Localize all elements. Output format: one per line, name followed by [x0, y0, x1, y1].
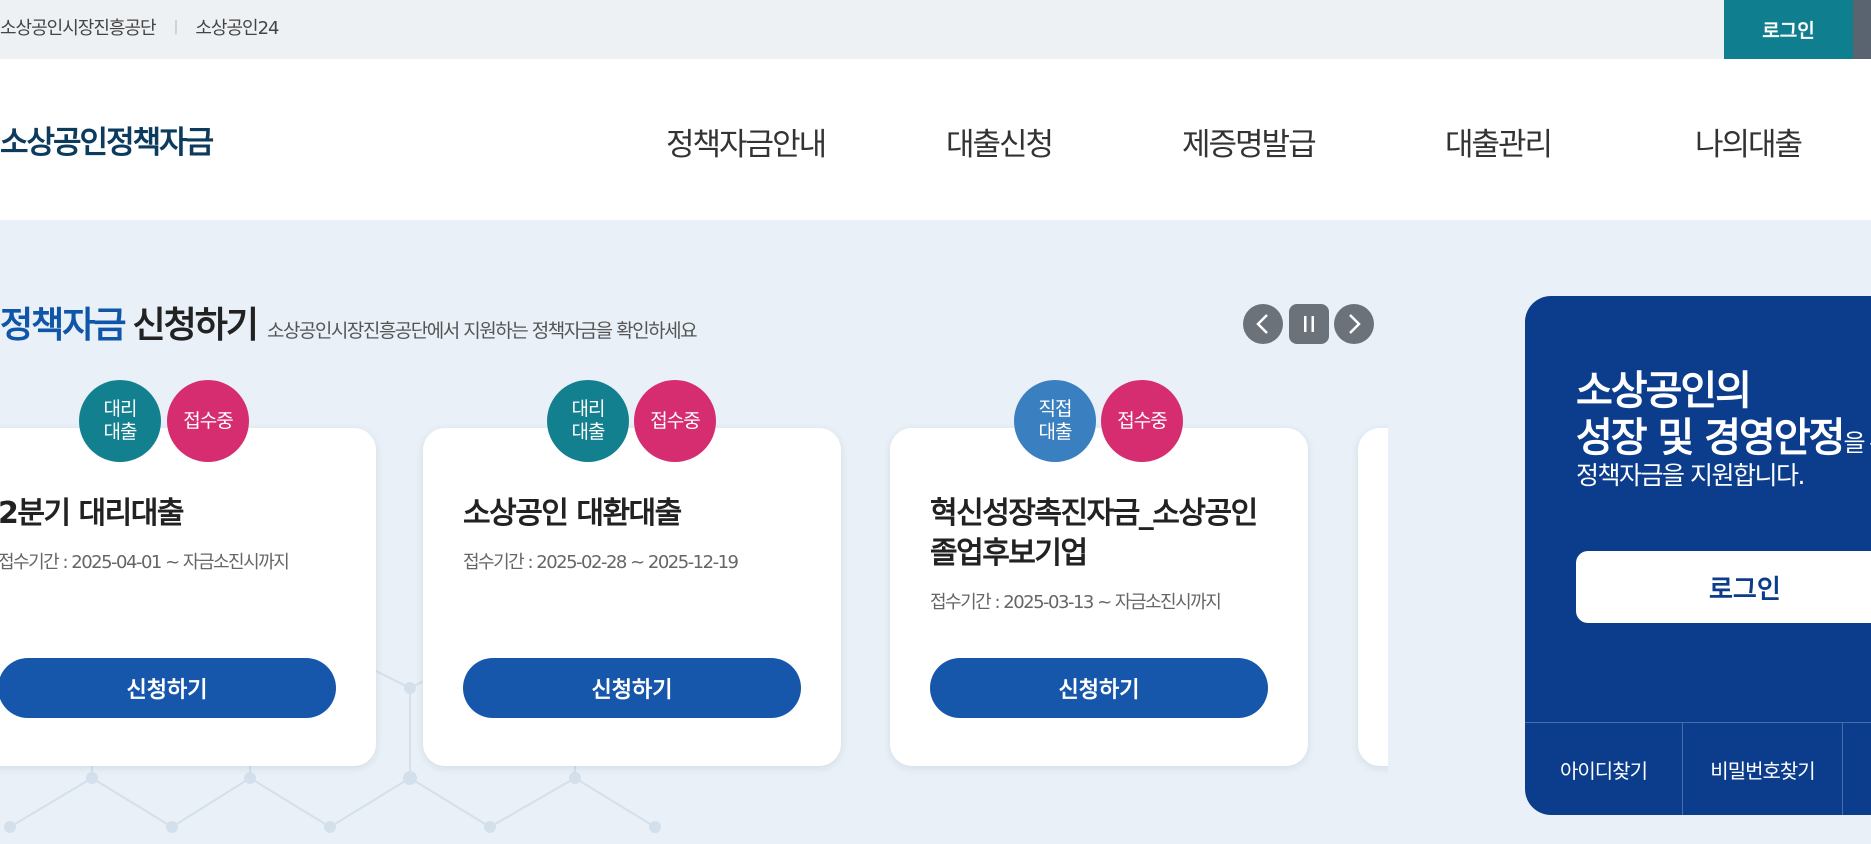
policy-card: 2분기 대리대출 접수기간 : 2025-04-01 ~ 자금소진시까지 신청하…: [0, 428, 376, 766]
find-password-link[interactable]: 비밀번호찾기: [1683, 723, 1843, 815]
policy-card: 소상공인 대환대출 접수기간 : 2025-02-28 ~ 2025-12-19…: [423, 428, 841, 766]
top-login-button[interactable]: 로그인: [1724, 0, 1853, 59]
section-title-accent: 정책자금: [0, 305, 126, 346]
loan-type-label: 대리 대출: [103, 398, 138, 443]
apply-button[interactable]: 신청하기: [463, 658, 801, 718]
policy-card-carousel: 2분기 대리대출 접수기간 : 2025-04-01 ~ 자금소진시까지 신청하…: [0, 370, 1388, 790]
card-title: 2분기 대리대출: [0, 496, 184, 531]
login-panel: 소상공인의 성장 및 경영안정을 위 정책자금을 지원합니다. 로그인 아이디찾…: [1525, 296, 1871, 815]
login-panel-links: 아이디찾기 비밀번호찾기: [1525, 722, 1871, 815]
loan-type-badge: 대리 대출: [79, 380, 161, 462]
card-period: 접수기간 : 2025-04-01 ~ 자금소진시까지: [0, 552, 290, 573]
find-id-link[interactable]: 아이디찾기: [1525, 723, 1683, 815]
carousel-next-button[interactable]: [1334, 304, 1374, 344]
status-badge: 접수중: [634, 380, 716, 462]
login-button[interactable]: 로그인: [1576, 551, 1871, 623]
section-description: 소상공인시장진흥공단에서 지원하는 정책자금을 확인하세요: [266, 320, 698, 342]
carousel-pause-button[interactable]: [1289, 304, 1329, 344]
nav-item-loan-apply[interactable]: 대출신청: [946, 119, 1054, 164]
nav-item-my-loan[interactable]: 나의대출: [1695, 119, 1803, 164]
site-header: 소상공인정책자금 정책자금안내 대출신청 제증명발급 대출관리 나의대출: [0, 59, 1871, 220]
loan-type-badge: 대리 대출: [547, 380, 629, 462]
nav-item-loan-manage[interactable]: 대출관리: [1445, 119, 1553, 164]
utility-links: 소상공인시장진흥공단 | 소상공인24: [0, 0, 279, 53]
policy-card-partial: [1358, 428, 1388, 766]
loan-type-label: 대리 대출: [571, 398, 606, 443]
section-title: 정책자금 신청하기 소상공인시장진흥공단에서 지원하는 정책자금을 확인하세요: [0, 296, 698, 348]
loan-type-label: 직접 대출: [1038, 398, 1073, 443]
apply-button[interactable]: 신청하기: [0, 658, 336, 718]
nav-item-certificates[interactable]: 제증명발급: [1182, 119, 1317, 164]
card-title: 혁신성장촉진자금_소상공인 졸업후보기업: [930, 496, 1258, 571]
top-edge-button[interactable]: [1853, 0, 1871, 59]
chevron-left-icon: [1256, 314, 1268, 334]
apply-button[interactable]: 신청하기: [930, 658, 1268, 718]
login-panel-subtext: 정책자금을 지원합니다.: [1576, 461, 1805, 490]
section-title-rest: 신청하기: [132, 305, 258, 346]
utility-link-semas[interactable]: 소상공인시장진흥공단: [0, 14, 157, 40]
login-panel-headline-rest: 을 위: [1843, 429, 1871, 457]
login-panel-headline-bold: 성장 및 경영안정: [1576, 415, 1845, 461]
pause-icon: [1304, 316, 1314, 332]
utility-link-sbiz24[interactable]: 소상공인24: [195, 14, 279, 40]
card-period: 접수기간 : 2025-03-13 ~ 자금소진시까지: [930, 592, 1222, 613]
card-period: 접수기간 : 2025-02-28 ~ 2025-12-19: [463, 552, 739, 573]
status-badge: 접수중: [167, 380, 249, 462]
carousel-prev-button[interactable]: [1243, 304, 1283, 344]
site-logo[interactable]: 소상공인정책자금: [0, 117, 214, 162]
chevron-right-icon: [1349, 314, 1361, 334]
utility-separator: |: [173, 18, 179, 35]
loan-type-badge: 직접 대출: [1014, 380, 1096, 462]
nav-item-policy-guide[interactable]: 정책자금안내: [666, 119, 827, 164]
utility-bar: 소상공인시장진흥공단 | 소상공인24 로그인: [0, 0, 1871, 59]
card-title: 소상공인 대환대출: [463, 496, 682, 531]
login-panel-headline-2: 성장 및 경영안정을 위: [1576, 405, 1871, 463]
policy-card: 혁신성장촉진자금_소상공인 졸업후보기업 접수기간 : 2025-03-13 ~…: [890, 428, 1308, 766]
status-badge: 접수중: [1101, 380, 1183, 462]
